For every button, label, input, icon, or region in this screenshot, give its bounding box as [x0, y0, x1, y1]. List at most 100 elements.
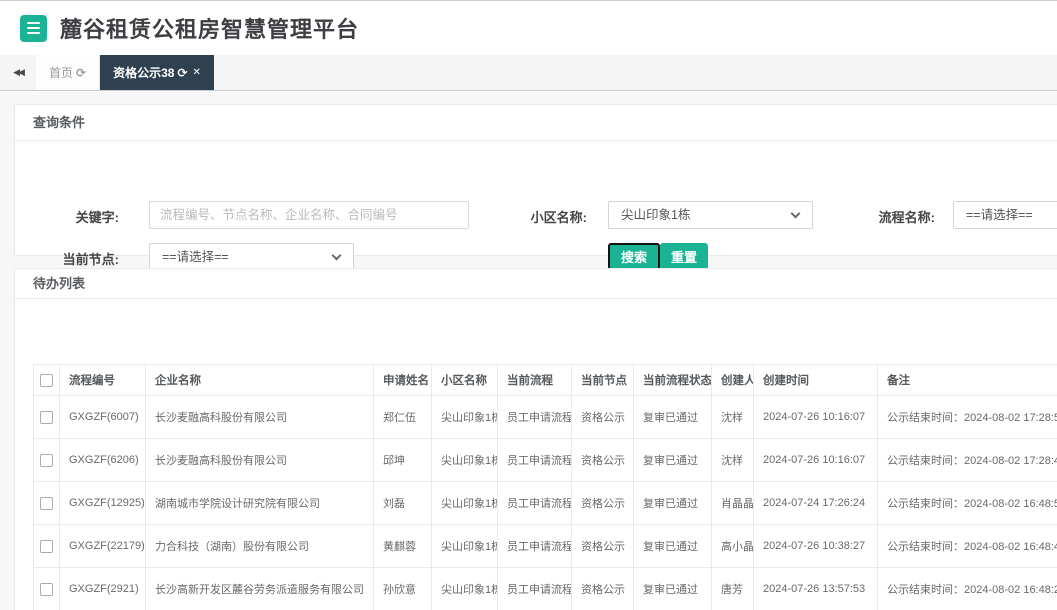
keyword-input[interactable] [149, 201, 469, 229]
table-cell: 长沙麦融高科股份有限公司 [145, 395, 374, 439]
table-cell: 资格公示 [571, 524, 634, 568]
row-checkbox[interactable] [40, 453, 53, 467]
table-cell: 沈样 [711, 395, 754, 439]
process-select-value: ==请选择== [966, 208, 1033, 222]
table-cell: 2024-07-26 10:16:07 [753, 395, 878, 439]
table-cell: GXGZF(2921) [59, 567, 146, 610]
table-cell: 公示结束时间：2024-08-02 16:48:25 [877, 567, 1057, 610]
community-label: 小区名称: [530, 210, 587, 225]
query-form: 关键字: 小区名称: 尖山印象1栋 流程名称: ==请选择== 当前节点: ==… [15, 141, 1057, 271]
row-checkbox-cell [33, 395, 60, 439]
process-select[interactable]: ==请选择== [953, 201, 1057, 229]
reset-button[interactable]: 重置 [660, 243, 709, 270]
table-cell: 复审已通过 [633, 438, 712, 482]
table-header-row: 流程编号 企业名称 申请姓名 小区名称 当前流程 当前节点 当前流程状态 创建人 创建时间 备注 [33, 364, 1057, 396]
tab-qualification-publicity[interactable]: 资格公示38 ⟳ ✕ [100, 55, 214, 90]
refresh-icon[interactable]: ⟳ [177, 66, 187, 80]
table-cell: 尖山印象1栋 [431, 395, 498, 439]
table-cell: 复审已通过 [633, 395, 712, 439]
table-cell: 员工申请流程 [497, 438, 572, 482]
query-panel: 查询条件 关键字: 小区名称: 尖山印象1栋 流程名称: ==请选择== 当前节… [14, 104, 1057, 271]
table-cell: 员工申请流程 [497, 524, 572, 568]
tab-bar: ◀◀ 首页 ⟳ 资格公示38 ⟳ ✕ [0, 55, 1057, 91]
table-cell: 资格公示 [571, 481, 634, 525]
row-checkbox-cell [33, 567, 60, 610]
close-icon[interactable]: ✕ [193, 67, 201, 78]
table-cell: 尖山印象1栋 [431, 524, 498, 568]
row-checkbox[interactable] [40, 410, 53, 424]
app-title: 麓谷租赁公租房智慧管理平台 [60, 17, 360, 42]
app-window: 麓谷租赁公租房智慧管理平台 ◀◀ 首页 ⟳ 资格公示38 ⟳ ✕ 查询条件 关键… [0, 0, 1057, 610]
table-cell: 肖晶晶 [711, 481, 754, 525]
table-cell: GXGZF(6007) [59, 395, 146, 439]
row-checkbox[interactable] [40, 496, 53, 510]
community-select-value: 尖山印象1栋 [621, 208, 691, 222]
table-cell: 资格公示 [571, 438, 634, 482]
column-header: 当前流程 [497, 364, 572, 396]
table-cell: 2024-07-26 10:16:07 [753, 438, 878, 482]
table-cell: 长沙高新开发区麓谷劳务派遣服务有限公司 [145, 567, 374, 610]
table-cell: 复审已通过 [633, 567, 712, 610]
row-checkbox[interactable] [40, 539, 53, 553]
table-cell: 资格公示 [571, 567, 634, 610]
table-cell: 湖南城市学院设计研究院有限公司 [145, 481, 374, 525]
select-all-cell [33, 364, 60, 396]
table-row: GXGZF(12925) 湖南城市学院设计研究院有限公司 刘磊 尖山印象1栋 员工申请流… [33, 481, 1057, 525]
column-header: 备注 [877, 364, 1057, 396]
column-header: 当前流程状态 [633, 364, 712, 396]
table-cell: 员工申请流程 [497, 567, 572, 610]
table-cell: 尖山印象1栋 [431, 481, 498, 525]
column-header: 小区名称 [431, 364, 498, 396]
table-cell: 长沙麦融高科股份有限公司 [145, 438, 374, 482]
table-cell: 公示结束时间：2024-08-02 16:48:43 [877, 524, 1057, 568]
keyword-label: 关键字: [75, 210, 119, 225]
app-header: 麓谷租赁公租房智慧管理平台 [0, 1, 1057, 55]
tab-qualification-label: 资格公示38 [113, 66, 175, 80]
table-cell: 复审已通过 [633, 481, 712, 525]
todo-panel: 待办列表 流程编号 企业名称 申请姓名 小区名称 当前流程 当前节点 当前流程状态 创建人 创建 [14, 268, 1057, 610]
table-row: GXGZF(22179) 力合科技（湖南）股份有限公司 黄麒蓉 尖山印象1栋 员工申请流… [33, 524, 1057, 568]
process-label: 流程名称: [878, 210, 935, 225]
table-row: GXGZF(6206) 长沙麦融高科股份有限公司 邱坤 尖山印象1栋 员工申请流程 资格公… [33, 438, 1057, 482]
row-checkbox-cell [33, 438, 60, 482]
table-cell: 2024-07-24 17:26:24 [753, 481, 878, 525]
community-select[interactable]: 尖山印象1栋 [608, 201, 813, 229]
table-cell: 黄麒蓉 [373, 524, 432, 568]
table-cell: 2024-07-26 13:57:53 [753, 567, 878, 610]
tab-home-label: 首页 [49, 66, 74, 80]
table-cell: GXGZF(22179) [59, 524, 146, 568]
tab-home[interactable]: 首页 ⟳ [36, 55, 101, 90]
table-cell: 唐芳 [711, 567, 754, 610]
table-cell: 公示结束时间：2024-08-02 17:28:42 [877, 438, 1057, 482]
table-row: GXGZF(2921) 长沙高新开发区麓谷劳务派遣服务有限公司 孙欣意 尖山印象1栋员… [33, 567, 1057, 610]
row-checkbox[interactable] [40, 582, 53, 596]
row-checkbox-cell [33, 524, 60, 568]
table-cell: 刘磊 [373, 481, 432, 525]
node-select-value: ==请选择== [162, 250, 229, 264]
table-cell: 员工申请流程 [497, 481, 572, 525]
node-select[interactable]: ==请选择== [149, 243, 354, 271]
table-cell: 尖山印象1栋 [431, 567, 498, 610]
table-cell: 2024-07-26 10:38:27 [753, 524, 878, 568]
search-button[interactable]: 搜索 [608, 243, 661, 270]
column-header: 流程编号 [59, 364, 146, 396]
query-panel-title: 查询条件 [15, 105, 1057, 141]
content-area: 查询条件 关键字: 小区名称: 尖山印象1栋 流程名称: ==请选择== 当前节… [0, 92, 1057, 610]
column-header: 创建时间 [753, 364, 878, 396]
table-row: GXGZF(6007) 长沙麦融高科股份有限公司 郑仁伍 尖山印象1栋 员工申请流程 资格… [33, 395, 1057, 439]
table-cell: 郑仁伍 [373, 395, 432, 439]
chevron-down-icon [790, 208, 801, 219]
todo-table-wrap: 流程编号 企业名称 申请姓名 小区名称 当前流程 当前节点 当前流程状态 创建人 创建时间 备注 … [33, 364, 1057, 610]
refresh-icon[interactable]: ⟳ [76, 66, 86, 80]
hamburger-menu-icon[interactable] [20, 14, 47, 42]
table-cell: 员工申请流程 [497, 395, 572, 439]
collapse-tabs-icon[interactable]: ◀◀ [0, 55, 36, 90]
table-cell: 尖山印象1栋 [431, 438, 498, 482]
table-cell: 复审已通过 [633, 524, 712, 568]
table-cell: 公示结束时间：2024-08-02 17:28:53 [877, 395, 1057, 439]
table-cell: 孙欣意 [373, 567, 432, 610]
column-header: 申请姓名 [373, 364, 432, 396]
select-all-checkbox[interactable] [40, 373, 53, 387]
table-cell: 公示结束时间：2024-08-02 16:48:56 [877, 481, 1057, 525]
todo-table: 流程编号 企业名称 申请姓名 小区名称 当前流程 当前节点 当前流程状态 创建人 创建时间 备注 … [33, 364, 1057, 610]
